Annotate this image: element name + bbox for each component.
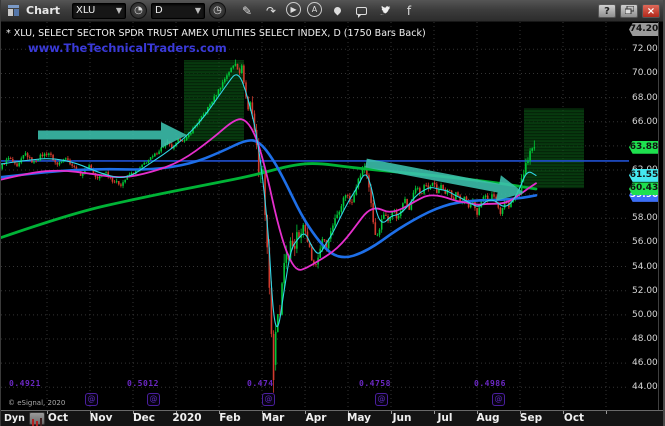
ink-droplet-icon[interactable] (328, 2, 346, 20)
curved-arrow-icon[interactable]: ↷ (262, 2, 280, 20)
month-label: Sep (514, 412, 548, 424)
help-button[interactable]: ? (598, 4, 616, 18)
month-label: Nov (84, 412, 118, 424)
price-axis[interactable]: 72.0070.0068.0066.0064.0062.0060.0058.00… (629, 22, 665, 410)
month-label: Aug (471, 412, 505, 424)
trend-arrow (38, 122, 187, 148)
copyright-note: © eSignal, 2020 (8, 399, 65, 407)
time-axis-bar[interactable]: Dyn Oct Nov Dec 2020 Feb Mar Apr May Jun Jul Aug Se… (1, 410, 665, 426)
price-badge: 63.88 (629, 141, 659, 154)
dyn-button[interactable]: Dyn (4, 413, 25, 424)
month-label: Apr (299, 412, 333, 424)
chart-window: Chart XLU ▼ ◔ D ▼ ◷ ✎ ↷ ▶ Af ? × * XLU, SEL… (0, 0, 665, 426)
chart-window-icon (4, 2, 22, 20)
price-tick: 56.00 (632, 237, 658, 247)
time-tick (606, 411, 607, 414)
price-tick: 68.00 (632, 93, 658, 103)
price-tick: 54.00 (632, 262, 658, 272)
moving-averages (1, 75, 536, 327)
restore-window-button[interactable] (620, 4, 638, 18)
chevron-down-icon: ▼ (116, 6, 122, 15)
note-marker-icon[interactable]: @ (147, 393, 160, 406)
month-label: Feb (213, 412, 247, 424)
month-label: Jul (428, 412, 462, 424)
price-tick: 72.00 (632, 44, 658, 54)
candlestick-layer (1, 60, 535, 393)
chevron-down-icon: ▼ (195, 6, 201, 15)
month-label: Dec (127, 412, 161, 424)
month-label: Mar (256, 412, 290, 424)
fib-annotation: 0.474 (247, 379, 274, 388)
price-badge: 74.20 (629, 23, 659, 36)
note-marker-icon[interactable]: @ (375, 393, 388, 406)
twitter-bird-icon[interactable] (376, 2, 394, 20)
candlestick-chart[interactable] (1, 22, 629, 410)
fib-annotation: 0.5012 (127, 379, 159, 388)
interval-value: D (155, 5, 163, 16)
symbol-lookup-button[interactable]: ◔ (130, 2, 147, 19)
fib-annotation: 0.4986 (474, 379, 506, 388)
note-marker-icon[interactable]: @ (262, 393, 275, 406)
pencil-icon[interactable]: ✎ (238, 2, 256, 20)
fib-annotation: 0.4758 (359, 379, 391, 388)
window-title: Chart (26, 4, 60, 17)
toolbar: Chart XLU ▼ ◔ D ▼ ◷ ✎ ↷ ▶ Af ? × (1, 0, 663, 22)
month-label: May (342, 412, 376, 424)
annotate-a-circle-icon[interactable]: A (307, 2, 322, 17)
symbol-value: XLU (76, 5, 95, 16)
gridlines (1, 22, 629, 410)
price-tick: 58.00 (632, 213, 658, 223)
symbol-input[interactable]: XLU ▼ (72, 3, 126, 19)
month-label: Jun (385, 412, 419, 424)
month-label: Oct (41, 412, 75, 424)
price-tick: 50.00 (632, 310, 658, 320)
price-tick: 52.00 (632, 286, 658, 296)
month-label: 2020 (170, 412, 204, 424)
chart-plot[interactable]: * XLU, SELECT SECTOR SPDR TRUST AMEX UTI… (1, 22, 629, 410)
interval-input[interactable]: D ▼ (151, 3, 205, 19)
price-badge: 61.55 (629, 169, 659, 182)
facebook-f-icon[interactable]: f (400, 2, 418, 20)
speech-bubble-icon[interactable] (352, 2, 370, 20)
price-badge: 60.43 (629, 182, 659, 195)
price-tick: 44.00 (632, 382, 658, 392)
chart-title: * XLU, SELECT SECTOR SPDR TRUST AMEX UTI… (6, 28, 426, 39)
play-circle-icon[interactable]: ▶ (286, 2, 301, 17)
axis-edge-line (658, 22, 659, 410)
note-marker-icon[interactable]: @ (85, 393, 98, 406)
note-marker-icon[interactable]: @ (492, 393, 505, 406)
month-label: Oct (557, 412, 591, 424)
watermark-link: www.TheTechnicalTraders.com (28, 41, 227, 55)
interval-history-button[interactable]: ◷ (209, 2, 226, 19)
price-tick: 46.00 (632, 358, 658, 368)
price-tick: 48.00 (632, 334, 658, 344)
price-tick: 66.00 (632, 117, 658, 127)
close-button[interactable]: × (642, 4, 660, 18)
price-tick: 70.00 (632, 68, 658, 78)
fib-annotation: 0.4921 (9, 379, 41, 388)
